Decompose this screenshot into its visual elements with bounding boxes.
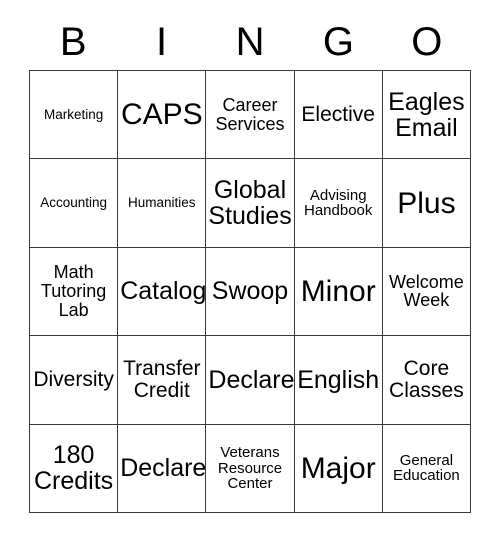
bingo-cell[interactable]: Swoop (206, 247, 295, 337)
bingo-header-letter-g: G (322, 20, 354, 64)
bingo-header-letter-n: N (235, 20, 265, 64)
bingo-cell-label: Catalog (120, 277, 207, 306)
bingo-cell[interactable]: Career Services (206, 71, 295, 160)
bingo-cell-label: Accounting (40, 195, 107, 211)
bingo-header-row: B I N G O (29, 14, 471, 70)
bingo-cell-label: Advising Handbook (304, 186, 373, 220)
bingo-cell-label: Major (300, 451, 376, 485)
bingo-cell-label: Declare (208, 365, 295, 394)
bingo-cell[interactable]: Declare (118, 424, 207, 513)
bingo-cell-label: Math Tutoring Lab (40, 262, 107, 320)
bingo-cell[interactable]: Transfer Credit (118, 336, 207, 425)
bingo-cell-label: 180 Credits (34, 441, 114, 496)
bingo-card: B I N G O Marketing CAPS Career Services… (0, 0, 500, 544)
bingo-cell[interactable]: Veterans Resource Center (206, 424, 295, 513)
bingo-cell[interactable]: Plus (382, 159, 471, 248)
bingo-cell-label: Humanities (128, 195, 196, 211)
bingo-cell[interactable]: Math Tutoring Lab (30, 247, 119, 337)
bingo-cell-label: Declare (120, 454, 207, 483)
bingo-grid: Marketing CAPS Career Services Elective … (29, 70, 471, 513)
bingo-cell-label: Elective (301, 102, 375, 126)
bingo-cell[interactable]: English (294, 336, 383, 425)
bingo-cell-label: English (297, 365, 380, 394)
bingo-cell-label: Career Services (215, 94, 285, 134)
bingo-cell-label: Transfer Credit (123, 357, 201, 402)
bingo-cell[interactable]: General Education (382, 424, 471, 513)
bingo-cell-label: Swoop (211, 277, 289, 306)
bingo-cell-label: Global Studies (208, 176, 292, 231)
bingo-header-letter-b: B (59, 20, 87, 64)
bingo-cell[interactable]: Welcome Week (382, 247, 471, 337)
bingo-cell-label: Welcome Week (389, 271, 464, 311)
bingo-header-letter-o: O (411, 20, 443, 64)
bingo-cell[interactable]: Humanities (118, 159, 207, 248)
bingo-cell[interactable]: Eagles Email (382, 71, 471, 160)
bingo-cell[interactable]: 180 Credits (30, 424, 119, 513)
bingo-cell-label: Core Classes (389, 357, 464, 402)
bingo-cell[interactable]: Marketing (30, 71, 119, 160)
bingo-cell-label: CAPS (120, 98, 203, 132)
bingo-cell[interactable]: Elective (294, 71, 383, 160)
bingo-cell-label: Minor (300, 274, 376, 308)
bingo-cell[interactable]: Diversity (30, 336, 119, 425)
bingo-cell[interactable]: Accounting (30, 159, 119, 248)
bingo-cell[interactable]: Declare (206, 336, 295, 425)
bingo-cell[interactable]: Catalog (118, 247, 207, 337)
bingo-cell-label: Plus (397, 186, 456, 220)
bingo-cell[interactable]: Major (294, 424, 383, 513)
bingo-cell-label: Veterans Resource Center (217, 443, 283, 493)
bingo-cell[interactable]: Minor (294, 247, 383, 337)
bingo-header-letter-i: I (156, 20, 168, 64)
bingo-cell[interactable]: Global Studies (206, 159, 295, 248)
bingo-cell-label: Eagles Email (388, 87, 465, 142)
bingo-cell-label: Marketing (43, 106, 104, 122)
bingo-cell-label: General Education (393, 451, 460, 485)
bingo-cell[interactable]: CAPS (118, 71, 207, 160)
bingo-cell[interactable]: Advising Handbook (294, 159, 383, 248)
bingo-cell-label: Diversity (33, 367, 114, 391)
bingo-cell[interactable]: Core Classes (382, 336, 471, 425)
